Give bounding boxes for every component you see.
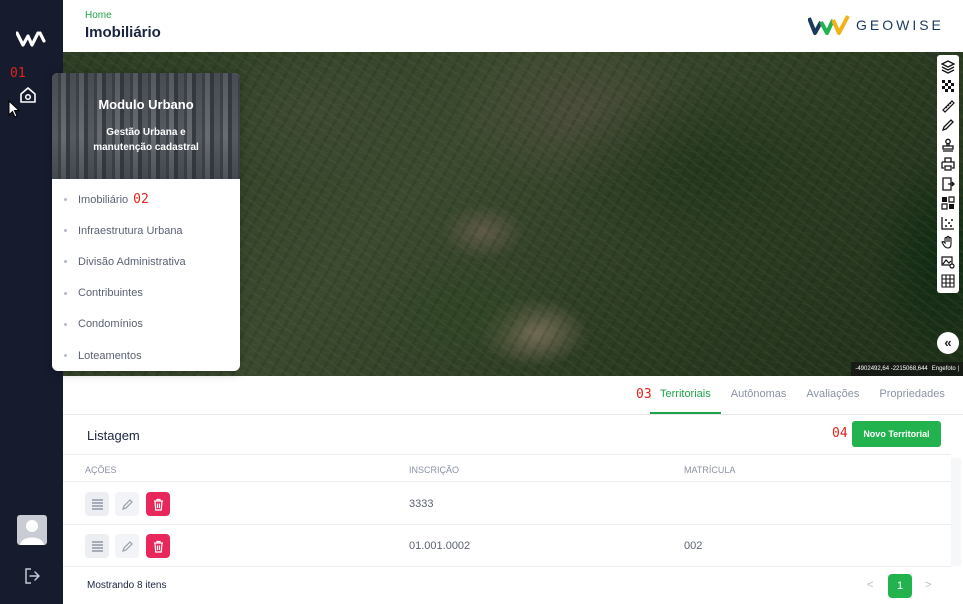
prev-page-button[interactable]: < (867, 579, 873, 591)
app-logo-icon[interactable] (16, 30, 48, 48)
page-header: Home Imobiliário GEOWISE (63, 0, 963, 52)
print-tool[interactable] (937, 155, 959, 175)
pencil-icon (941, 119, 954, 132)
map-coordinates-bar: -4902492,64 -2215068,644 Engefoto | (851, 362, 963, 376)
trash-icon (153, 498, 163, 511)
tab-avaliacoes[interactable]: Avaliações (796, 378, 869, 414)
module-hero: Modulo Urbano Gestão Urbana e manutenção… (52, 73, 240, 179)
table-row: 3333 (63, 483, 951, 525)
breadcrumb-home[interactable]: Home (85, 10, 112, 21)
annotation-04: 04 (832, 426, 848, 441)
cell-inscricao: 3333 (409, 498, 434, 510)
image-tool[interactable] (937, 252, 959, 272)
image-settings-icon (941, 256, 955, 269)
page-1-button[interactable]: 1 (888, 574, 912, 598)
pencil-icon (121, 540, 133, 552)
menu-item-contribuintes[interactable]: Contribuintes (52, 278, 240, 309)
next-page-button[interactable]: > (925, 579, 931, 591)
annotation-01: 01 (10, 66, 26, 81)
table-header: AÇÕES INSCRIÇÃO MATRÍCULA (63, 454, 951, 482)
module-menu-list: Imobiliário 02 Infraestrutura Urbana Divi… (52, 179, 240, 371)
tab-bar: Territoriais Autônomas Avaliações Propri… (630, 378, 955, 414)
table-tool[interactable] (937, 272, 959, 292)
ruler-icon (942, 99, 955, 113)
scatter-grid-icon (941, 216, 954, 230)
geowise-logo-icon (808, 15, 850, 35)
user-avatar[interactable] (17, 515, 47, 545)
menu-item-condominios[interactable]: Condomínios (52, 309, 240, 340)
checkerboard-icon (942, 80, 954, 93)
list-icon (91, 540, 103, 552)
table-row: 01.001.0002 002 (63, 525, 951, 567)
module-subtitle: Gestão Urbana e manutenção cadastral (93, 127, 199, 153)
column-matricula[interactable]: MATRÍCULA (684, 465, 735, 475)
logout-icon[interactable] (23, 567, 41, 585)
basemap-tool[interactable] (937, 77, 959, 97)
draw-tool[interactable] (937, 116, 959, 136)
collapse-toolbar-button[interactable]: « (937, 332, 959, 354)
edit-button[interactable] (115, 534, 139, 558)
map-coordinates: -4902492,64 -2215068,644 (855, 366, 928, 372)
menu-item-divisao[interactable]: Divisão Administrativa (52, 246, 240, 277)
new-territorial-button[interactable]: Novo Territorial (852, 421, 941, 447)
brand-logo: GEOWISE (808, 13, 944, 37)
stamp-tool[interactable] (937, 135, 959, 155)
details-button[interactable] (85, 492, 109, 516)
delete-button[interactable] (146, 534, 170, 558)
stamp-icon (942, 138, 954, 152)
export-icon (942, 177, 955, 191)
pan-tool[interactable] (937, 233, 959, 253)
delete-button[interactable] (146, 492, 170, 516)
cell-matricula: 002 (684, 540, 703, 552)
table-icon (941, 274, 955, 288)
menu-item-imobiliario[interactable]: Imobiliário 02 (52, 184, 240, 215)
printer-icon (941, 157, 955, 171)
trash-icon (153, 540, 163, 553)
module-menu: Modulo Urbano Gestão Urbana e manutenção… (52, 73, 240, 371)
user-avatar-icon (20, 520, 44, 545)
page-title: Imobiliário (85, 24, 161, 41)
pencil-icon (121, 498, 133, 510)
cell-inscricao: 01.001.0002 (409, 540, 471, 552)
menu-item-loteamentos[interactable]: Loteamentos (52, 340, 240, 371)
mouse-cursor-icon (8, 100, 20, 118)
points-tool[interactable] (937, 213, 959, 233)
home-icon[interactable] (18, 85, 38, 105)
module-title: Modulo Urbano (98, 97, 194, 112)
brand-name: GEOWISE (856, 17, 944, 33)
tab-autonomas[interactable]: Autônomas (721, 378, 797, 414)
tab-territoriais[interactable]: Territoriais (650, 378, 721, 414)
menu-item-infraestrutura[interactable]: Infraestrutura Urbana (52, 215, 240, 246)
export-tool[interactable] (937, 174, 959, 194)
column-acoes: AÇÕES (85, 465, 117, 475)
map-toolbar (937, 55, 959, 293)
grid-icon (941, 196, 955, 210)
edit-button[interactable] (115, 492, 139, 516)
measure-tool[interactable] (937, 96, 959, 116)
listing-title: Listagem (87, 428, 140, 443)
layers-icon (941, 60, 955, 74)
annotation-02: 02 (133, 192, 149, 208)
listing-panel: Listagem 04 Novo Territorial AÇÕES INSCR… (63, 414, 963, 604)
items-count: Mostrando 8 itens (87, 580, 167, 591)
table-scrollbar[interactable] (951, 458, 961, 566)
tab-propriedades[interactable]: Propriedades (869, 378, 954, 414)
details-button[interactable] (85, 534, 109, 558)
hand-icon (941, 236, 952, 249)
list-icon (91, 498, 103, 510)
column-inscricao[interactable]: INSCRIÇÃO (409, 465, 459, 475)
grid-tool[interactable] (937, 194, 959, 214)
map-attribution: Engefoto | (931, 366, 959, 372)
layers-tool[interactable] (937, 57, 959, 77)
